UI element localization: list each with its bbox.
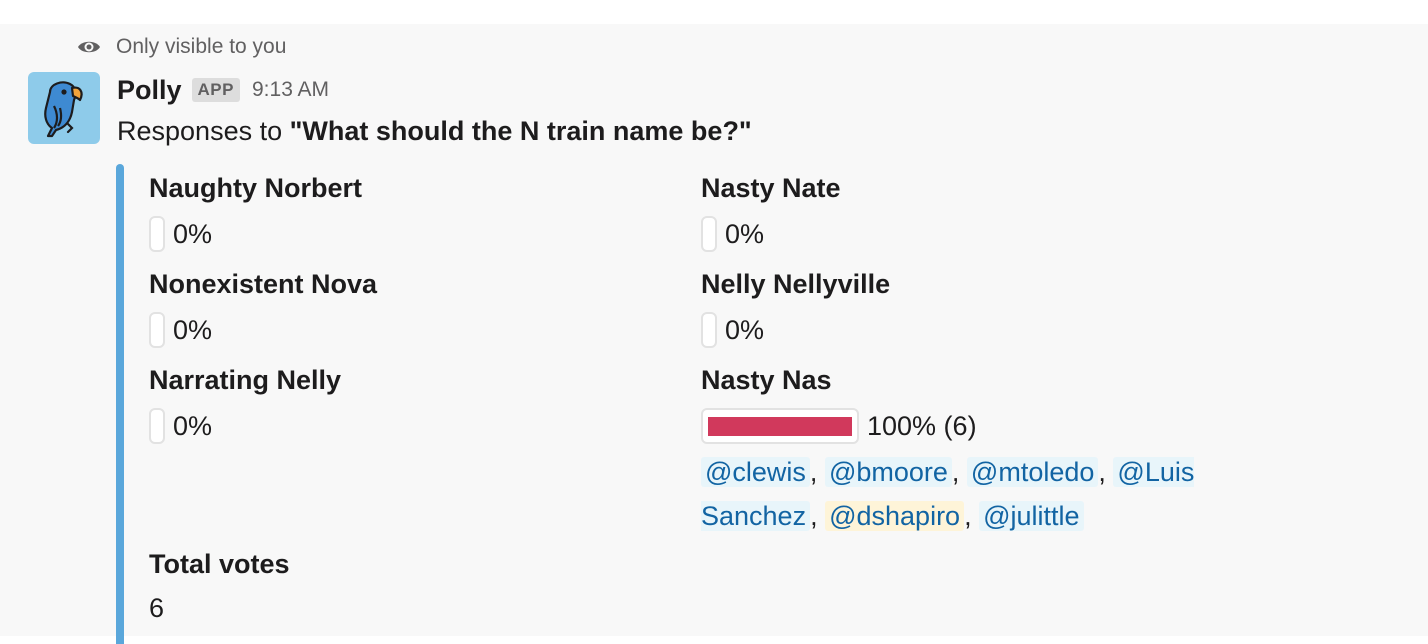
option-percent: 0% [173,411,213,441]
option-result: 0% [149,312,689,348]
progress-bar [149,216,165,252]
progress-bar [149,408,165,444]
poll-option: Nelly Nellyville 0% [701,268,1241,348]
poll-option: Nasty Nate 0% [701,172,1241,252]
poll-option: Narrating Nelly 0% [149,364,689,444]
progress-bar-fill [708,417,852,436]
user-mention-self[interactable]: @dshapiro [825,501,965,531]
total-votes-label: Total votes [149,549,290,579]
separator: , [1098,457,1114,487]
separator: , [951,457,967,487]
option-percent: 0% [725,315,765,345]
message-intro: Responses to [117,116,290,146]
option-percent: 0% [173,219,213,249]
separator: , [810,501,826,531]
option-name: Narrating Nelly [149,365,342,395]
user-mention[interactable]: @bmoore [824,457,952,487]
user-mention[interactable]: @mtoledo [966,457,1099,487]
poll-option: Nonexistent Nova 0% [149,268,689,348]
message-timestamp[interactable]: 9:13 AM [252,78,329,102]
ephemeral-label: Only visible to you [116,35,287,58]
option-result: 100% (6) [701,408,1241,444]
message-body: Responses to "What should the N train na… [117,116,752,147]
option-name: Nelly Nellyville [701,269,891,299]
voter-list: @clewis, @bmoore, @mtoledo, @Luis Sanche… [701,450,1241,538]
separator: , [809,457,825,487]
option-percent: 100% (6) [867,411,977,441]
message-header: Polly APP 9:13 AM [117,72,329,108]
poll-option: Nasty Nas 100% (6) @clewis, @bmoore, @mt… [701,364,1241,538]
option-percent: 0% [725,219,765,249]
avatar[interactable] [28,72,100,144]
progress-bar [701,312,717,348]
poll-results-attachment: Naughty Norbert 0% Nasty Nate 0% Nonexis… [116,164,1316,644]
option-result: 0% [149,408,689,444]
user-mention[interactable]: @clewis [701,457,810,487]
total-votes: Total votes 6 [149,548,290,624]
progress-bar [701,408,859,444]
eye-icon [76,34,102,60]
option-name: Nasty Nate [701,173,841,203]
option-result: 0% [149,216,689,252]
option-name: Naughty Norbert [149,173,363,203]
progress-bar [149,312,165,348]
option-result: 0% [701,312,1241,348]
poll-option: Naughty Norbert 0% [149,172,689,252]
poll-question: "What should the N train name be?" [289,116,752,146]
option-result: 0% [701,216,1241,252]
separator: , [964,501,980,531]
progress-bar [701,216,717,252]
total-votes-value: 6 [149,593,165,623]
attachment-accent-bar [116,164,124,644]
option-name: Nasty Nas [701,365,832,395]
parrot-icon [44,81,83,138]
message-area: Only visible to you Polly APP 9:13 AM Re… [0,24,1428,644]
option-name: Nonexistent Nova [149,269,378,299]
app-badge: APP [191,78,240,102]
user-mention[interactable]: @julittle [979,501,1084,531]
sender-name[interactable]: Polly [117,75,182,106]
option-percent: 0% [173,315,213,345]
ephemeral-notice: Only visible to you [76,34,286,60]
